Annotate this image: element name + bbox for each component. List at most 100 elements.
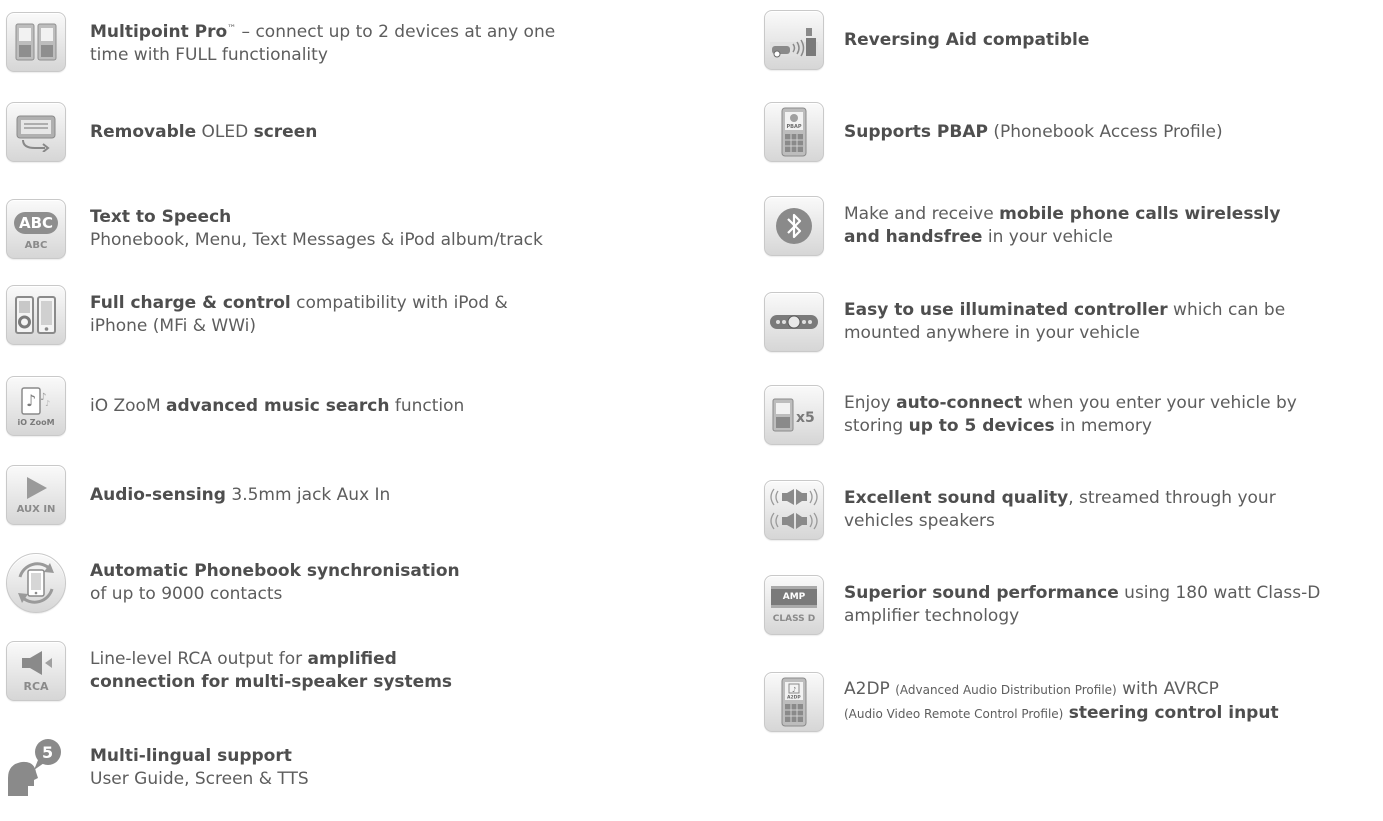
dual-phone-icon — [6, 12, 66, 72]
icon-label: iO ZooM — [17, 417, 55, 427]
text: of up to 9000 contacts — [90, 584, 283, 604]
icon-label: CLASS D — [772, 614, 816, 624]
text: A2DP — [844, 679, 896, 699]
feature-amplifier: AMP CLASS D Superior sound performance u… — [764, 575, 1320, 635]
speakers-icon — [764, 480, 824, 540]
text: Line-level RCA output for — [90, 649, 308, 669]
feature-text: Text to Speech Phonebook, Menu, Text Mess… — [90, 206, 543, 252]
text: when you enter your vehicle by — [1022, 393, 1297, 413]
text: – connect up to 2 devices at any one — [236, 21, 556, 42]
controller-icon — [764, 292, 824, 352]
text-bold: up to 5 devices — [908, 416, 1055, 436]
text: iO ZooM — [90, 395, 167, 416]
text: which can be — [1167, 300, 1286, 320]
feature-multilingual: 5 Multi-lingual support User Guide, Scree… — [6, 738, 309, 798]
aux-in-icon: AUX IN — [6, 465, 66, 525]
text-bold: Easy to use illuminated controller — [844, 300, 1168, 320]
removable-screen-icon — [6, 102, 66, 162]
text-bold: Audio-sensing — [90, 484, 226, 505]
text-bold: connection for multi-speaker systems — [90, 672, 453, 692]
svg-text:♪: ♪ — [45, 399, 50, 408]
text: Make and receive — [844, 204, 1000, 224]
speech-bubble: ABC — [14, 211, 58, 234]
text: function — [389, 395, 465, 416]
text: in memory — [1054, 416, 1152, 436]
text: Phonebook, Menu, Text Messages & iPod al… — [90, 230, 543, 250]
text-bold: Reversing Aid compatible — [844, 29, 1090, 50]
text-bold: Automatic Phonebook synchronisation — [90, 561, 460, 581]
text: in your vehicle — [982, 227, 1113, 247]
text-bold: screen — [253, 121, 318, 142]
ipod-iphone-icon — [6, 285, 66, 345]
text: with AVRCP — [1116, 679, 1219, 699]
pbap-phone-icon: PBAP — [764, 102, 824, 162]
amplifier-icon: AMP CLASS D — [764, 575, 824, 635]
feature-handsfree-calls: Make and receive mobile phone calls wire… — [764, 196, 1280, 256]
text: compatibility with iPod & — [290, 293, 508, 313]
icon-label: AUX IN — [16, 504, 56, 515]
text-bold: Supports PBAP — [844, 121, 988, 142]
text-bold: advanced music search — [166, 395, 390, 416]
text: User Guide, Screen & TTS — [90, 769, 309, 789]
feature-text: Make and receive mobile phone calls wire… — [844, 203, 1280, 249]
text: vehicles speakers — [844, 511, 995, 531]
feature-text: Full charge & control compatibility with… — [90, 292, 508, 338]
feature-auto-connect: x5 Enjoy auto-connect when you enter you… — [764, 385, 1297, 445]
text: time with FULL functionality — [90, 44, 328, 65]
text: mounted anywhere in your vehicle — [844, 323, 1140, 343]
feature-aux-in: AUX IN Audio-sensing 3.5mm jack Aux In — [6, 465, 390, 525]
text-bold: amplified — [307, 649, 397, 669]
a2dp-phone-icon: ♪ A2DP — [764, 672, 824, 732]
feature-ipod-iphone: Full charge & control compatibility with… — [6, 285, 508, 345]
text-bold: Multipoint Pro — [90, 21, 228, 42]
amp-badge: AMP — [771, 586, 817, 608]
icon-label: A2DP — [787, 695, 801, 701]
feature-rca-output: RCA Line-level RCA output for amplified c… — [6, 641, 452, 701]
feature-reversing-aid: Reversing Aid compatible — [764, 10, 1089, 70]
feature-text-to-speech: ABC ABC Text to Speech Phonebook, Menu, T… — [6, 199, 543, 259]
multilingual-icon: 5 — [6, 738, 66, 798]
text-bold: Superior sound performance — [844, 583, 1119, 603]
feature-pbap: PBAP Supports PBAP (Phonebook Access Pro… — [764, 102, 1223, 162]
text-bold: Full charge & control — [90, 293, 291, 313]
text: iPhone (MFi & WWi) — [90, 316, 257, 336]
text: amplifier technology — [844, 606, 1020, 626]
feature-text: Automatic Phonebook synchronisation of up… — [90, 560, 460, 606]
text-small: (Advanced Audio Distribution Profile) — [895, 683, 1117, 697]
feature-text: Supports PBAP (Phonebook Access Profile) — [844, 121, 1223, 144]
text: Enjoy — [844, 393, 897, 413]
text-bold: and handsfree — [844, 227, 983, 247]
feature-text: Audio-sensing 3.5mm jack Aux In — [90, 484, 390, 507]
text-bold: Excellent sound quality — [844, 488, 1069, 508]
text: using 180 watt Class-D — [1118, 583, 1321, 603]
text: , streamed through your — [1068, 488, 1276, 508]
text: storing — [844, 416, 909, 436]
feature-text: Line-level RCA output for amplified conne… — [90, 648, 452, 694]
feature-text: iO ZooM advanced music search function — [90, 395, 464, 418]
text: 3.5mm jack Aux In — [225, 484, 391, 505]
text-bold: Removable — [90, 121, 197, 142]
feature-text: A2DP (Advanced Audio Distribution Profil… — [844, 678, 1279, 726]
music-search-icon: ♪ ♪ ♪ iO ZooM — [6, 376, 66, 436]
feature-text: Excellent sound quality, streamed throug… — [844, 487, 1276, 533]
feature-a2dp: ♪ A2DP A2DP (Advanced Audio Distribution… — [764, 672, 1279, 732]
feature-text: Multipoint Pro™ – connect up to 2 device… — [90, 18, 555, 67]
feature-controller: Easy to use illuminated controller which… — [764, 292, 1285, 352]
feature-text: Enjoy auto-connect when you enter your v… — [844, 392, 1297, 438]
text-bold: Text to Speech — [90, 207, 232, 227]
language-count-label: 5 — [42, 743, 53, 762]
text-sup: ™ — [227, 23, 237, 34]
reversing-aid-icon — [764, 10, 824, 70]
feature-sound-quality: Excellent sound quality, streamed throug… — [764, 480, 1276, 540]
feature-text: Reversing Aid compatible — [844, 29, 1089, 52]
icon-label: ABC — [24, 239, 48, 251]
text-small: (Audio Video Remote Control Profile) — [844, 707, 1064, 721]
feature-multipoint: Multipoint Pro™ – connect up to 2 device… — [6, 12, 555, 72]
text-bold: Multi-lingual support — [90, 746, 292, 766]
feature-phonebook-sync: Automatic Phonebook synchronisation of up… — [6, 553, 460, 613]
text-bold: steering control input — [1068, 703, 1279, 723]
feature-removable-screen: Removable OLED screen — [6, 102, 317, 162]
icon-label: x5 — [796, 410, 815, 426]
svg-text:♪: ♪ — [26, 391, 36, 410]
text-to-speech-icon: ABC ABC — [6, 199, 66, 259]
